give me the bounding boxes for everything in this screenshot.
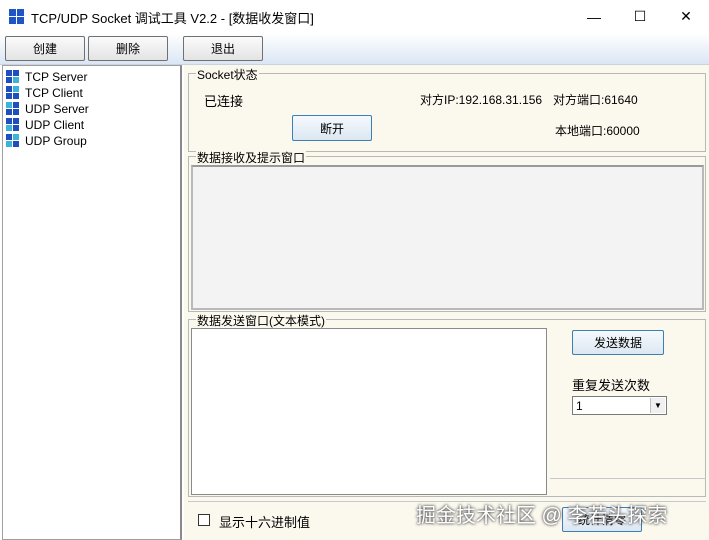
data-panel: Socket状态 已连接 对方IP:192.168.31.156 对方端口:61… xyxy=(184,65,709,540)
tree-item-udp-server[interactable]: UDP Server xyxy=(6,101,89,117)
tree-item-label: UDP Client xyxy=(25,118,85,132)
remote-ip: 对方IP:192.168.31.156 xyxy=(420,93,543,107)
chevron-down-icon[interactable]: ▼ xyxy=(650,398,665,413)
tree-item-tcp-client[interactable]: TCP Client xyxy=(6,85,83,101)
connection-state: 已连接 xyxy=(204,94,244,109)
tree-item-label: UDP Group xyxy=(25,134,87,148)
receive-legend: 数据接收及提示窗口 xyxy=(196,149,307,166)
divider xyxy=(550,478,706,479)
grid-icon xyxy=(6,86,20,100)
maximize-button[interactable]: ☐ xyxy=(617,0,663,33)
repeat-count-select[interactable]: 1 ▼ xyxy=(572,396,667,415)
close-button[interactable]: ✕ xyxy=(663,0,709,33)
local-port: 本地端口:60000 xyxy=(555,124,640,138)
socket-status-legend: Socket状态 xyxy=(196,66,259,83)
minimize-button[interactable]: — xyxy=(571,0,617,33)
repeat-count-label: 重复发送次数 xyxy=(572,378,651,393)
window-title: TCP/UDP Socket 调试工具 V2.2 - [数据收发窗口] xyxy=(31,11,314,26)
receive-textarea[interactable] xyxy=(191,165,704,310)
watermark-text: 掘金技术社区 @ 李若头探索 xyxy=(416,505,668,527)
grid-icon xyxy=(6,102,20,116)
remote-port: 对方端口:61640 xyxy=(553,93,638,107)
send-group: 数据发送窗口(文本模式) 发送数据 重复发送次数 1 ▼ xyxy=(188,312,706,497)
grid-icon xyxy=(6,134,20,148)
grid-icon xyxy=(6,118,20,132)
hex-display-label: 显示十六进制值 xyxy=(219,515,311,530)
toolbar: 创建 删除 退出 xyxy=(0,33,709,65)
delete-button[interactable]: 删除 xyxy=(88,36,168,61)
grid-icon xyxy=(6,70,20,84)
send-legend: 数据发送窗口(文本模式) xyxy=(196,312,326,329)
connection-tree: TCP Server TCP Client UDP Server UDP Cli… xyxy=(2,65,182,540)
app-icon xyxy=(9,9,25,25)
title-bar: TCP/UDP Socket 调试工具 V2.2 - [数据收发窗口] — ☐ … xyxy=(0,0,709,33)
disconnect-button[interactable]: 断开 xyxy=(292,115,372,141)
send-textarea[interactable] xyxy=(191,328,547,495)
repeat-count-value: 1 xyxy=(576,399,583,413)
tree-item-udp-client[interactable]: UDP Client xyxy=(6,117,84,133)
receive-group: 数据接收及提示窗口 xyxy=(188,149,706,312)
tree-item-label: TCP Client xyxy=(25,86,83,100)
tree-item-label: TCP Server xyxy=(25,70,88,84)
tree-item-label: UDP Server xyxy=(25,102,89,116)
tree-item-udp-group[interactable]: UDP Group xyxy=(6,133,87,149)
socket-status-group: Socket状态 已连接 对方IP:192.168.31.156 对方端口:61… xyxy=(188,66,706,152)
create-button[interactable]: 创建 xyxy=(5,36,85,61)
exit-button[interactable]: 退出 xyxy=(183,36,263,61)
hex-checkbox[interactable] xyxy=(198,514,210,526)
send-data-button[interactable]: 发送数据 xyxy=(572,330,664,355)
tree-item-tcp-server[interactable]: TCP Server xyxy=(6,69,87,85)
